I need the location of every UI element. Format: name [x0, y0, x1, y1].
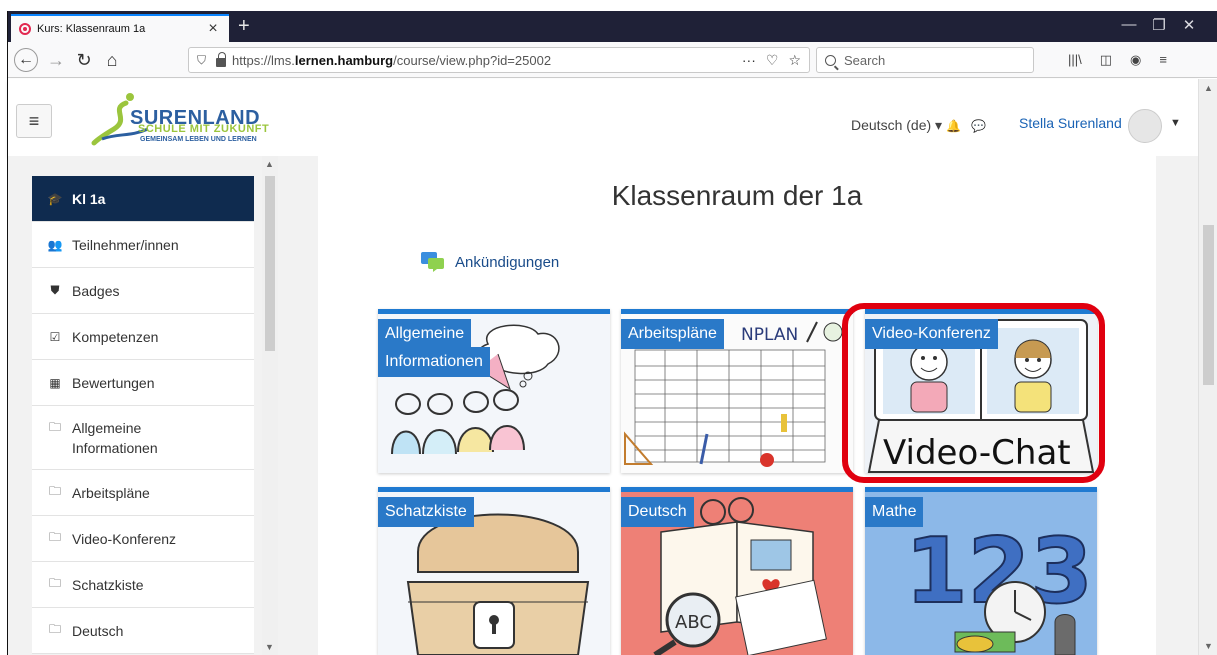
- sidebar-item-video-conference[interactable]: 🗀 Video-Konferenz: [32, 516, 254, 562]
- close-window-icon[interactable]: ✕: [1178, 16, 1200, 34]
- lock-icon[interactable]: [216, 51, 227, 67]
- site-header: ≡ SURENLAND SCHULE MIT ZUKUNFT GEMEINSAM…: [8, 79, 1198, 156]
- search-icon: [825, 54, 836, 66]
- favicon-icon: [19, 23, 31, 35]
- browser-titlebar: Kurs: Klassenraum 1a × + — ❐ ✕: [8, 11, 1217, 42]
- folder-icon: 🗀: [48, 420, 61, 434]
- new-tab-button[interactable]: +: [238, 14, 250, 38]
- shield-icon: ⛊: [50, 283, 60, 297]
- logo-tagline: GEMEINSAM LEBEN UND LERNEN: [140, 136, 257, 143]
- sidebar-item-competencies[interactable]: ☑ Kompetenzen: [32, 314, 254, 360]
- library-icon[interactable]: |||\: [1068, 52, 1082, 68]
- page-actions-icon[interactable]: ···: [742, 52, 756, 69]
- sidebar-toggle-icon[interactable]: ◫: [1100, 52, 1112, 68]
- tab-title: Kurs: Klassenraum 1a: [37, 23, 146, 35]
- folder-icon: 🗀: [48, 530, 61, 544]
- users-icon: 👥: [47, 237, 63, 252]
- svg-text:ABC: ABC: [675, 612, 712, 633]
- site-logo[interactable]: SURENLAND SCHULE MIT ZUKUNFT GEMEINSAM L…: [90, 89, 290, 149]
- avatar[interactable]: [1128, 109, 1162, 143]
- folder-icon: 🗀: [48, 484, 61, 498]
- tile-math[interactable]: 123 Mathe: [865, 487, 1097, 655]
- sidebar-item-label: Arbeitspläne: [72, 484, 150, 501]
- tab-close-icon[interactable]: ×: [205, 20, 221, 38]
- sidebar-item-kl-1a[interactable]: 🎓 Kl 1a: [32, 176, 254, 222]
- sidebar-item-label: Video-Konferenz: [72, 530, 177, 547]
- back-arrow-icon[interactable]: ←: [14, 48, 38, 72]
- language-menu[interactable]: Deutsch (de) ▾: [851, 117, 942, 134]
- menu-icon[interactable]: ≡: [1159, 52, 1167, 68]
- tile-label: Mathe: [865, 497, 924, 527]
- scroll-down-icon[interactable]: ▼: [1204, 641, 1213, 651]
- logo-subtitle: SCHULE MIT ZUKUNFT: [138, 123, 270, 135]
- account-icon[interactable]: ◉: [1130, 52, 1141, 68]
- tile-label: Deutsch: [621, 497, 694, 527]
- scroll-down-icon[interactable]: ▼: [265, 642, 274, 652]
- folder-icon: 🗀: [48, 576, 61, 590]
- sidebar-item-treasure-chest[interactable]: 🗀 Schatzkiste: [32, 562, 254, 608]
- sidebar-scrollbar[interactable]: ▲ ▼: [262, 156, 278, 655]
- announcements-label: Ankündigungen: [455, 253, 560, 271]
- graduation-cap-icon: 🎓: [47, 191, 63, 206]
- table-icon: ▦: [49, 375, 61, 390]
- folder-icon: 🗀: [48, 622, 61, 636]
- sidebar-item-label-line2: Informationen: [72, 440, 158, 456]
- user-menu-caret-icon[interactable]: ▼: [1170, 117, 1181, 129]
- minimize-icon[interactable]: —: [1118, 16, 1140, 33]
- sidebar-item-label: Badges: [72, 282, 120, 299]
- sidebar-item-label: Deutsch: [72, 622, 124, 639]
- checkbox-icon: ☑: [49, 329, 61, 344]
- sidebar-item-general-info[interactable]: 🗀 Allgemeine Informationen: [32, 406, 254, 470]
- home-icon[interactable]: ⌂: [100, 48, 124, 72]
- bookmark-star-icon[interactable]: ☆: [788, 52, 801, 69]
- drawer-toggle-button[interactable]: ≡: [16, 104, 52, 138]
- sidebar-item-german[interactable]: 🗀 Deutsch: [32, 608, 254, 654]
- bell-icon[interactable]: 🔔: [946, 119, 961, 133]
- search-placeholder: Search: [844, 52, 886, 68]
- browser-navbar: ← → ↻ ⌂ ⛉ https://lms.lernen.hamburg/cou…: [8, 42, 1217, 78]
- svg-text:NPLAN: NPLAN: [741, 325, 798, 345]
- search-input[interactable]: Search: [816, 47, 1034, 73]
- sidebar-scroll-thumb[interactable]: [265, 176, 275, 351]
- tile-label-line2: Informationen: [378, 347, 490, 377]
- tile-treasure-chest[interactable]: Schatzkiste: [378, 487, 610, 655]
- sidebar-item-badges[interactable]: ⛊ Badges: [32, 268, 254, 314]
- tracking-shield-icon[interactable]: ⛉: [197, 53, 206, 68]
- pocket-icon[interactable]: ♡: [766, 52, 779, 69]
- announcements-link[interactable]: Ankündigungen: [421, 252, 559, 272]
- sidebar-item-label: Schatzkiste: [72, 576, 144, 593]
- user-name[interactable]: Stella Surenland: [1019, 115, 1122, 131]
- navigation-drawer: 🎓 Kl 1a 👥 Teilnehmer/innen ⛊ Badges ☑ Ko…: [8, 156, 278, 655]
- sidebar-item-work-plans[interactable]: 🗀 Arbeitspläne: [32, 470, 254, 516]
- reload-icon[interactable]: ↻: [72, 48, 96, 72]
- page-scrollbar[interactable]: ▲ ▼: [1198, 79, 1217, 655]
- scroll-up-icon[interactable]: ▲: [1204, 83, 1213, 93]
- sidebar-item-label: Kl 1a: [72, 190, 106, 207]
- restore-icon[interactable]: ❐: [1148, 16, 1170, 34]
- tile-general-info[interactable]: Allgemeine Informationen: [378, 309, 610, 473]
- sidebar-item-grades[interactable]: ▦ Bewertungen: [32, 360, 254, 406]
- tile-label: Schatzkiste: [378, 497, 474, 527]
- tile-german[interactable]: ABC Deutsch: [621, 487, 853, 655]
- address-bar[interactable]: ⛉ https://lms.lernen.hamburg/course/view…: [188, 47, 810, 73]
- forward-arrow-icon[interactable]: →: [44, 48, 68, 72]
- url-text: https://lms.lernen.hamburg/course/view.p…: [232, 52, 552, 68]
- page-scroll-thumb[interactable]: [1203, 225, 1214, 385]
- chat-icon[interactable]: 💬: [971, 119, 986, 133]
- browser-tab[interactable]: Kurs: Klassenraum 1a ×: [11, 14, 229, 42]
- scroll-up-icon[interactable]: ▲: [265, 159, 274, 169]
- forum-icon: [421, 252, 445, 272]
- tile-label: Arbeitspläne: [621, 319, 724, 349]
- tile-work-plans[interactable]: NPLAN Arbeitspläne: [621, 309, 853, 473]
- sidebar-list: 🎓 Kl 1a 👥 Teilnehmer/innen ⛊ Badges ☑ Ko…: [32, 176, 254, 654]
- page-title: Klassenraum der 1a: [611, 180, 863, 211]
- highlight-annotation: [842, 303, 1105, 483]
- tile-label: Allgemeine: [378, 319, 472, 347]
- sidebar-item-label: Kompetenzen: [72, 328, 159, 345]
- sidebar-item-label: Teilnehmer/innen: [72, 236, 179, 253]
- sidebar-item-label: Allgemeine: [72, 420, 142, 436]
- sidebar-item-label: Bewertungen: [72, 374, 155, 391]
- sidebar-item-participants[interactable]: 👥 Teilnehmer/innen: [32, 222, 254, 268]
